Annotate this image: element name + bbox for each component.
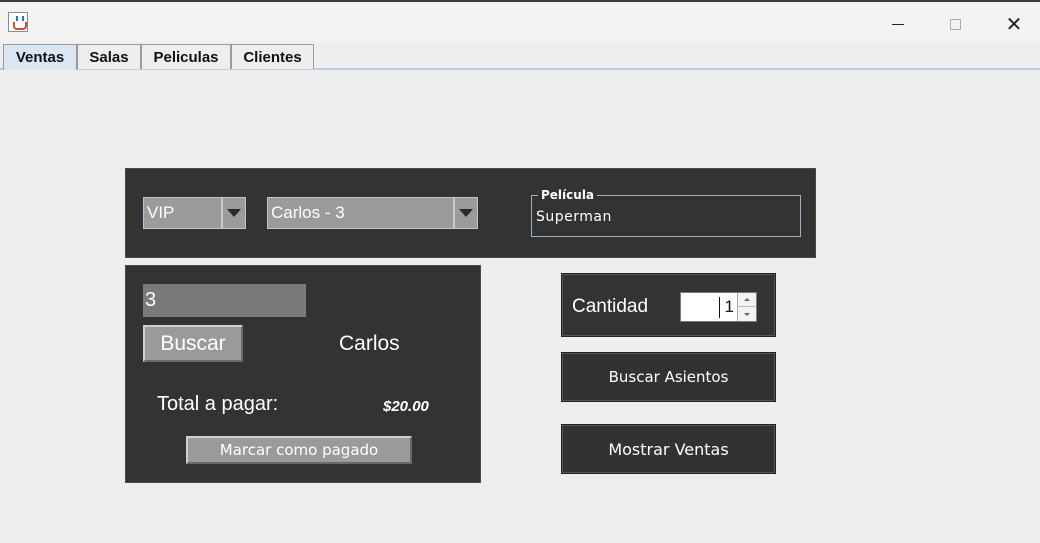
buscar-asientos-button[interactable]: Buscar Asientos [561, 352, 776, 402]
pelicula-legend: Película [538, 188, 598, 202]
chevron-down-icon[interactable] [221, 198, 245, 228]
sala-type-combo[interactable]: VIP [143, 197, 246, 229]
mark-paid-button[interactable]: Marcar como pagado [186, 436, 412, 464]
title-bar: ✕ [0, 0, 1040, 42]
maximize-button[interactable] [935, 10, 975, 38]
total-value: $20.00 [383, 398, 429, 415]
buscar-button[interactable]: Buscar [143, 325, 243, 362]
cantidad-panel: Cantidad 1 [561, 273, 776, 337]
cantidad-value[interactable]: 1 [725, 297, 734, 317]
client-id-input[interactable]: 3 [143, 284, 306, 317]
pelicula-value[interactable]: Superman [536, 209, 612, 225]
client-combo[interactable]: Carlos - 3 [267, 197, 478, 229]
tab-strip: Ventas Salas Peliculas Clientes [0, 42, 1040, 70]
java-cup-icon [8, 12, 28, 32]
total-label: Total a pagar: [157, 393, 279, 415]
tab-ventas[interactable]: Ventas [3, 44, 77, 70]
sale-options-panel: VIP Carlos - 3 Película Superman [125, 168, 816, 258]
tab-peliculas[interactable]: Peliculas [141, 44, 231, 69]
pelicula-field: Película Superman [531, 188, 801, 237]
chevron-down-icon[interactable] [453, 198, 477, 228]
spinner-down-icon[interactable] [738, 307, 756, 321]
cantidad-spinner[interactable]: 1 [680, 292, 757, 322]
sala-type-value: VIP [147, 203, 175, 222]
client-search-panel: 3 Buscar Carlos Total a pagar: $20.00 Ma… [125, 265, 481, 483]
close-button[interactable]: ✕ [994, 10, 1034, 38]
tab-salas[interactable]: Salas [77, 44, 141, 69]
minimize-icon [892, 23, 904, 25]
spinner-buttons [737, 293, 756, 321]
mostrar-ventas-button[interactable]: Mostrar Ventas [561, 424, 776, 474]
minimize-button[interactable] [878, 10, 918, 38]
maximize-icon [949, 18, 961, 30]
close-icon: ✕ [1005, 12, 1023, 36]
client-name-label: Carlos [339, 332, 400, 355]
spinner-up-icon[interactable] [738, 293, 756, 307]
tab-clientes[interactable]: Clientes [231, 44, 314, 69]
cantidad-label: Cantidad [572, 296, 649, 317]
text-caret [719, 297, 720, 318]
client-combo-value: Carlos - 3 [271, 203, 345, 222]
